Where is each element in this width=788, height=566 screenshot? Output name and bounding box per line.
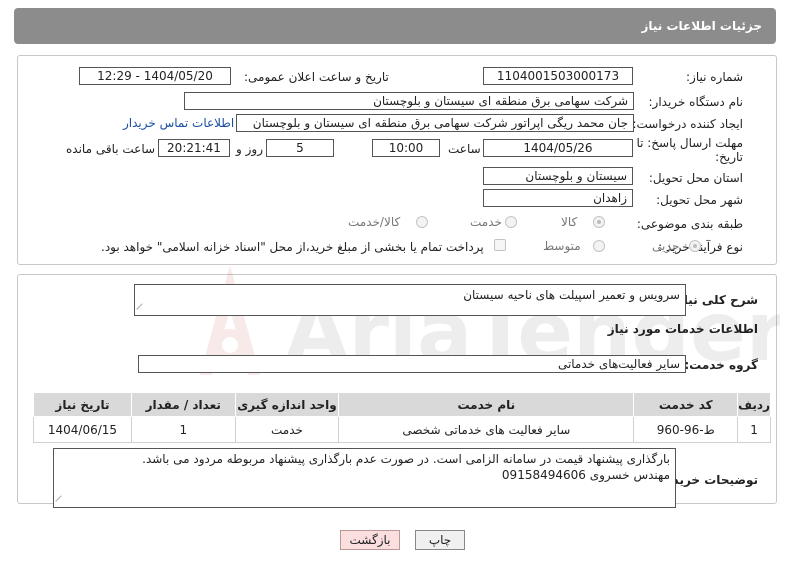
- deadline-time-field: 10:00: [372, 139, 440, 157]
- need-number-field: 1104001503000173: [483, 67, 633, 85]
- summary-text: سرویس و تعمیر اسپیلت های ناحیه سیستان: [463, 288, 680, 302]
- resize-grip-icon[interactable]: [55, 495, 67, 507]
- city-field: زاهدان: [483, 189, 633, 207]
- payment-note: پرداخت تمام یا بخشی از مبلغ خرید،از محل …: [101, 240, 484, 254]
- cell-need-date: 1404/06/15: [33, 416, 132, 443]
- cell-service-code: ط-96-960: [633, 416, 739, 443]
- announce-field: 1404/05/20 - 12:29: [79, 67, 231, 85]
- process-radio-minor[interactable]: [689, 240, 701, 252]
- col-service-code: کد خدمت: [633, 392, 739, 417]
- service-group-label: گروه خدمت:: [684, 358, 758, 372]
- deadline-date-field: 1404/05/26: [483, 139, 633, 157]
- days-field: 5: [266, 139, 334, 157]
- service-group-field: سایر فعالیت‌های خدماتی: [138, 355, 686, 373]
- buyer-org-label: نام دستگاه خریدار:: [648, 95, 744, 109]
- remaining-label: ساعت باقی مانده: [66, 142, 156, 156]
- buyer-notes-textarea: بارگذاری پیشنهاد قیمت در سامانه الزامی ا…: [53, 448, 676, 508]
- days-label: روز و: [236, 142, 263, 156]
- col-unit: واحد اندازه گیری: [234, 392, 340, 417]
- category-option-goods: کالا: [561, 215, 578, 229]
- table-header-row: ردیف کد خدمت نام خدمت واحد اندازه گیری ت…: [33, 392, 771, 417]
- requester-field: جان محمد ریگی اپراتور شرکت سهامی برق منط…: [236, 114, 634, 132]
- col-need-date: تاریخ نیاز: [33, 392, 132, 417]
- services-heading: اطلاعات خدمات مورد نیاز: [607, 322, 758, 336]
- back-button[interactable]: بازگشت: [340, 530, 400, 550]
- services-table: ردیف کد خدمت نام خدمت واحد اندازه گیری ت…: [33, 392, 771, 443]
- process-option-medium: متوسط: [543, 239, 581, 253]
- cell-quantity: 1: [130, 416, 236, 443]
- cell-service-name: سایر فعالیت های خدماتی شخصی: [338, 416, 635, 443]
- process-radio-medium[interactable]: [593, 240, 605, 252]
- time-label: ساعت: [448, 142, 481, 156]
- remaining-time-field: 20:21:41: [158, 139, 230, 157]
- category-radio-both[interactable]: [416, 216, 428, 228]
- need-number-label: شماره نیاز:: [686, 70, 743, 84]
- buyer-notes-line-1: بارگذاری پیشنهاد قیمت در سامانه الزامی ا…: [142, 452, 670, 466]
- category-option-both: کالا/خدمت: [348, 215, 401, 229]
- cell-unit: خدمت: [234, 416, 340, 443]
- page-title: جزئیات اطلاعات نیاز: [641, 19, 762, 33]
- contact-info-link[interactable]: اطلاعات تماس خریدار: [123, 116, 234, 130]
- category-radio-service[interactable]: [505, 216, 517, 228]
- announce-label: تاریخ و ساعت اعلان عمومی:: [244, 70, 389, 84]
- category-radio-goods[interactable]: [593, 216, 605, 228]
- cell-row-number: 1: [737, 416, 771, 443]
- deadline-label-date: تاریخ:: [715, 150, 743, 164]
- print-button[interactable]: چاپ: [415, 530, 465, 550]
- province-label: استان محل تحویل:: [648, 171, 743, 185]
- summary-textarea: سرویس و تعمیر اسپیلت های ناحیه سیستان: [134, 284, 686, 316]
- col-service-name: نام خدمت: [338, 392, 635, 417]
- buyer-org-field: شرکت سهامی برق منطقه ای سیستان و بلوچستا…: [184, 92, 634, 110]
- requester-label: ایجاد کننده درخواست:: [632, 117, 743, 131]
- category-option-service: خدمت: [470, 215, 502, 229]
- process-option-minor: جزیی: [652, 239, 680, 253]
- need-info-panel: [17, 55, 777, 265]
- deadline-label: مهلت ارسال پاسخ: تا: [636, 136, 743, 150]
- category-label: طبقه بندی موضوعی:: [636, 217, 743, 231]
- col-row-number: ردیف: [737, 392, 771, 417]
- treasury-payment-checkbox[interactable]: [494, 239, 506, 251]
- province-field: سیستان و بلوچستان: [483, 167, 633, 185]
- table-row: 1 ط-96-960 سایر فعالیت های خدماتی شخصی خ…: [33, 416, 771, 443]
- col-quantity: تعداد / مقدار: [130, 392, 236, 417]
- resize-grip-icon[interactable]: [136, 303, 148, 315]
- page-header: جزئیات اطلاعات نیاز: [14, 8, 776, 44]
- buyer-notes-line-2: مهندس خسروی 09158494606: [501, 468, 670, 482]
- city-label: شهر محل تحویل:: [656, 193, 743, 207]
